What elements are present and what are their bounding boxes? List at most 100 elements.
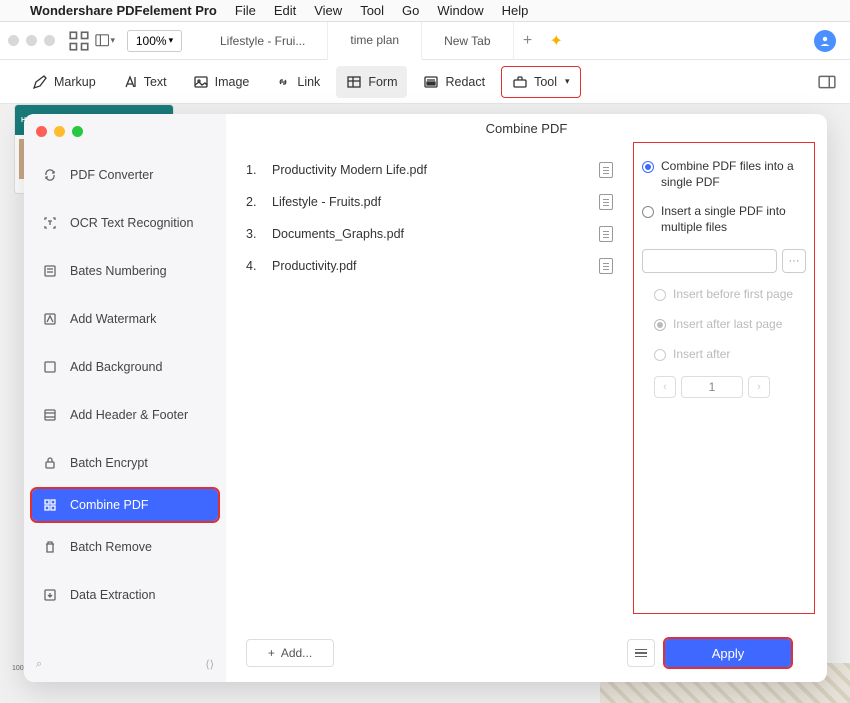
add-tab-button[interactable]: + xyxy=(514,32,542,50)
zoom-value: 100% xyxy=(136,34,167,48)
maximize-icon[interactable] xyxy=(72,126,83,137)
menu-go[interactable]: Go xyxy=(402,3,419,18)
modal-traffic-lights[interactable] xyxy=(24,120,226,151)
page-icon[interactable] xyxy=(599,258,613,274)
form-button[interactable]: Form xyxy=(336,66,407,98)
option-label: Insert after xyxy=(673,347,730,363)
tab-lifestyle[interactable]: Lifestyle - Frui... xyxy=(198,22,328,60)
step-up-icon[interactable]: › xyxy=(748,376,770,398)
sidebar-label: OCR Text Recognition xyxy=(70,216,193,230)
bates-icon xyxy=(42,263,58,279)
sidebar-item-watermark[interactable]: Add Watermark xyxy=(24,295,226,343)
file-name: Productivity Modern Life.pdf xyxy=(272,163,599,177)
sidebar-item-data-extraction[interactable]: Data Extraction xyxy=(24,571,226,619)
plus-icon: + xyxy=(268,646,275,660)
page-icon[interactable] xyxy=(599,194,613,210)
menu-tool[interactable]: Tool xyxy=(360,3,384,18)
close-icon[interactable] xyxy=(36,126,47,137)
redact-label: Redact xyxy=(445,75,485,89)
sidebar-label: PDF Converter xyxy=(70,168,153,182)
page-number[interactable]: 1 xyxy=(681,376,743,398)
sidebar-label: Batch Remove xyxy=(70,540,152,554)
sidebar-label: Bates Numbering xyxy=(70,264,167,278)
star-icon[interactable]: ✦ xyxy=(550,31,563,51)
tool-label: Tool xyxy=(534,75,557,89)
sidebar-label: Combine PDF xyxy=(70,498,149,512)
redact-icon xyxy=(423,74,439,90)
sidebar-item-header-footer[interactable]: Add Header & Footer xyxy=(24,391,226,439)
sidebar-item-background[interactable]: Add Background xyxy=(24,343,226,391)
header-footer-icon xyxy=(42,407,58,423)
menu-view[interactable]: View xyxy=(314,3,342,18)
step-down-icon[interactable]: ‹ xyxy=(654,376,676,398)
combine-pdf-modal: PDF Converter OCR Text Recognition Bates… xyxy=(24,114,827,682)
lock-icon xyxy=(42,455,58,471)
option-combine[interactable]: Combine PDF files into a single PDF xyxy=(642,159,806,190)
sidebar-label: Add Watermark xyxy=(70,312,156,326)
page-icon[interactable] xyxy=(599,226,613,242)
tab-time-plan[interactable]: time plan xyxy=(328,22,422,60)
sidebar-item-pdf-converter[interactable]: PDF Converter xyxy=(24,151,226,199)
image-button[interactable]: Image xyxy=(183,66,260,98)
app-traffic-lights[interactable] xyxy=(8,35,55,46)
list-menu-button[interactable] xyxy=(627,639,655,667)
add-button[interactable]: + Add... xyxy=(246,639,334,667)
menu-window[interactable]: Window xyxy=(437,3,483,18)
macos-menubar: Wondershare PDFelement Pro File Edit Vie… xyxy=(0,0,850,22)
text-button[interactable]: Text xyxy=(112,66,177,98)
tab-new[interactable]: New Tab xyxy=(422,22,513,60)
sidebar-item-ocr[interactable]: OCR Text Recognition xyxy=(24,199,226,247)
radio-icon xyxy=(654,289,666,301)
text-label: Text xyxy=(144,75,167,89)
user-avatar[interactable] xyxy=(814,30,836,52)
menu-edit[interactable]: Edit xyxy=(274,3,296,18)
page-stepper: ‹ 1 › xyxy=(654,376,806,398)
radio-icon[interactable] xyxy=(642,206,654,218)
sidebar-item-encrypt[interactable]: Batch Encrypt xyxy=(24,439,226,487)
zoom-level[interactable]: 100%▾ xyxy=(127,30,182,52)
sidebar-item-batch-remove[interactable]: Batch Remove xyxy=(24,523,226,571)
tool-button[interactable]: Tool▾ xyxy=(501,66,580,98)
form-label: Form xyxy=(368,75,397,89)
app-name[interactable]: Wondershare PDFelement Pro xyxy=(30,3,217,18)
minimize-icon[interactable] xyxy=(54,126,65,137)
modal-footer: + Add... Apply xyxy=(226,632,827,682)
page-icon[interactable] xyxy=(599,162,613,178)
file-number: 4. xyxy=(246,259,272,273)
app-topbar: ▾ 100%▾ Lifestyle - Frui... time plan Ne… xyxy=(0,22,850,60)
radio-icon[interactable] xyxy=(642,161,654,173)
panel-icon[interactable] xyxy=(818,73,836,91)
option-label: Combine PDF files into a single PDF xyxy=(661,159,806,190)
menu-help[interactable]: Help xyxy=(502,3,529,18)
sidebar-item-bates[interactable]: Bates Numbering xyxy=(24,247,226,295)
menu-file[interactable]: File xyxy=(235,3,256,18)
text-icon xyxy=(122,74,138,90)
toolbox-icon xyxy=(512,74,528,90)
watermark-icon xyxy=(42,311,58,327)
file-name: Lifestyle - Fruits.pdf xyxy=(272,195,599,209)
link-button[interactable]: Link xyxy=(265,66,330,98)
markup-label: Markup xyxy=(54,75,96,89)
file-row[interactable]: 3. Documents_Graphs.pdf xyxy=(246,218,613,250)
sidebar-item-combine-pdf[interactable]: Combine PDF xyxy=(32,489,218,521)
file-name: Documents_Graphs.pdf xyxy=(272,227,599,241)
option-insert[interactable]: Insert a single PDF into multiple files xyxy=(642,204,806,235)
radio-icon xyxy=(654,349,666,361)
file-row[interactable]: 4. Productivity.pdf xyxy=(246,250,613,282)
redact-button[interactable]: Redact xyxy=(413,66,495,98)
add-label: Add... xyxy=(281,646,312,660)
browse-button[interactable]: ··· xyxy=(782,249,806,273)
form-icon xyxy=(346,74,362,90)
grid-view-icon[interactable] xyxy=(69,31,89,51)
file-row[interactable]: 1. Productivity Modern Life.pdf xyxy=(246,154,613,186)
file-path-input[interactable] xyxy=(642,249,777,273)
file-number: 1. xyxy=(246,163,272,177)
apply-button[interactable]: Apply xyxy=(665,639,791,667)
modal-title: Combine PDF xyxy=(226,114,827,142)
option-label: Insert a single PDF into multiple files xyxy=(661,204,806,235)
sidebar-view-icon[interactable]: ▾ xyxy=(95,31,115,51)
markup-button[interactable]: Markup xyxy=(22,66,106,98)
options-panel: Combine PDF files into a single PDF Inse… xyxy=(633,142,815,614)
file-row[interactable]: 2. Lifestyle - Fruits.pdf xyxy=(246,186,613,218)
radio-icon xyxy=(654,319,666,331)
